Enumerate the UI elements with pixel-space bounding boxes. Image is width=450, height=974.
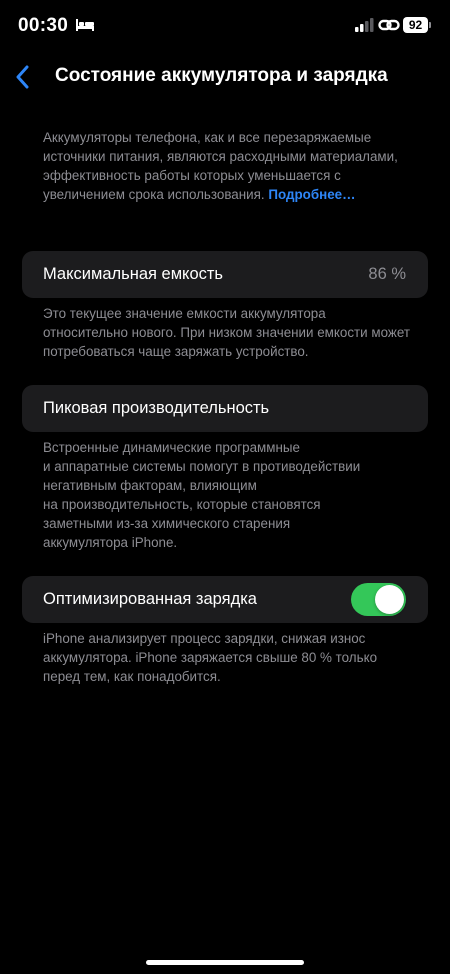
page-title: Состояние аккумулятора и зарядка [55,65,388,86]
peak-performance-line: негативным факторам, влияющим [43,478,257,493]
optimized-charging-row: Оптимизированная зарядка [22,576,428,623]
intro-description: Аккумуляторы телефона, как и все перезар… [43,128,413,204]
peak-performance-row: Пиковая производительность [22,385,428,432]
peak-performance-line: аккумулятора iPhone. [43,535,178,550]
optimized-charging-toggle[interactable] [351,583,406,616]
max-capacity-description: Это текущее значение емкости аккумулятор… [43,306,410,359]
back-button[interactable] [10,62,34,92]
peak-performance-label: Пиковая производительность [43,399,270,417]
optimized-charging-label: Оптимизированная зарядка [43,590,257,608]
max-capacity-label: Максимальная емкость [43,265,224,283]
battery-tip [429,22,431,28]
learn-more-link[interactable]: Подробнее… [268,187,355,202]
peak-performance-line: на производительность, которые становятс… [43,497,321,512]
peak-performance-description: Встроенные динамические программные и ап… [43,438,413,552]
bed-icon [76,19,94,31]
peak-performance-line: заметными из-за химического старения [43,516,291,531]
personal-hotspot-icon [378,19,400,31]
max-capacity-row: Максимальная емкость 86 % [22,251,428,298]
peak-performance-line: Встроенные динамические программные [43,440,300,455]
max-capacity-value: 86 % [368,265,406,283]
battery-icon: 92 [403,17,428,33]
toggle-knob [375,585,404,614]
chevron-left-icon [16,65,29,89]
status-time: 00:30 [18,15,69,36]
status-bar: 00:30 92 [0,0,450,54]
peak-performance-line: и аппаратные системы помогут в противоде… [43,459,361,474]
home-indicator[interactable] [146,960,304,965]
cellular-signal-icon [355,18,374,32]
battery-level: 92 [408,18,423,32]
optimized-charging-description: iPhone анализирует процесс зарядки, сниж… [43,631,378,684]
